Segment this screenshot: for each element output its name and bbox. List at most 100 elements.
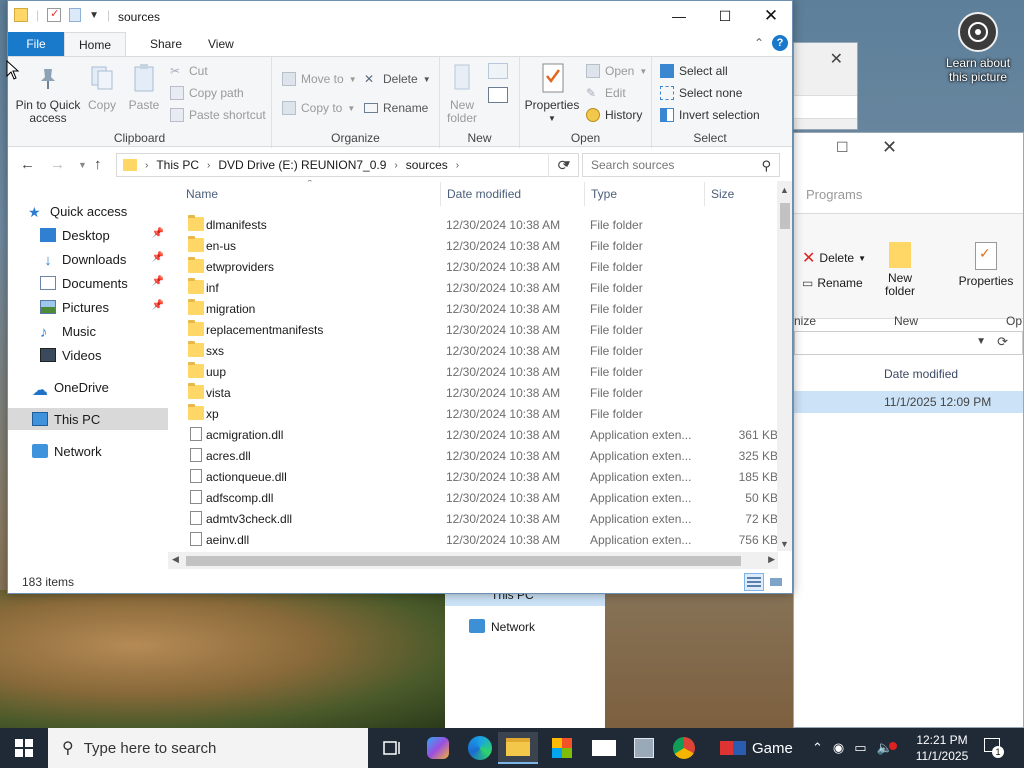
column-header-date-modified[interactable]: Date modified <box>447 180 521 208</box>
scroll-right-icon[interactable]: ▶ <box>768 554 775 565</box>
column-header-type[interactable]: Type <box>591 180 617 208</box>
properties-qat-icon[interactable]: ✓ <box>47 8 62 22</box>
nav-videos[interactable]: Videos <box>8 344 168 366</box>
copilot-taskbar-icon[interactable] <box>418 732 458 764</box>
file-row[interactable]: etwproviders 12/30/2024 10:38 AM File fold… <box>168 256 778 277</box>
move-to-button[interactable]: Move to ▼ <box>282 69 357 89</box>
paste-shortcut-button[interactable]: Paste shortcut <box>170 105 266 125</box>
tab-file[interactable]: File <box>8 32 64 56</box>
cut-button[interactable]: ✂ Cut <box>170 61 208 81</box>
file-row[interactable]: actionqueue.dll 12/30/2024 10:38 AM Applic… <box>168 466 778 487</box>
meet-now-icon[interactable]: ◉ <box>833 740 844 756</box>
file-row[interactable]: aeinv.dll 12/30/2024 10:38 AM Application … <box>168 529 778 550</box>
store-taskbar-icon[interactable] <box>542 732 582 764</box>
new-folder-qat-icon[interactable] <box>69 8 82 22</box>
taskbar-search-input[interactable]: ⚲ Type here to search <box>48 728 368 768</box>
easy-access-icon[interactable] <box>488 87 508 103</box>
select-none-button[interactable]: Select none <box>660 83 742 103</box>
file-row[interactable]: en-us 12/30/2024 10:38 AM File folder <box>168 235 778 256</box>
column-header-size[interactable]: Size <box>711 180 734 208</box>
breadcrumb-this-pc[interactable]: This PC <box>156 158 199 172</box>
edge-taskbar-icon[interactable] <box>460 732 500 764</box>
file-row[interactable]: replacementmanifests 12/30/2024 10:38 AM F… <box>168 319 778 340</box>
copy-path-button[interactable]: Copy path <box>170 83 244 103</box>
nav-pictures[interactable]: Pictures 📌 <box>8 296 168 318</box>
chrome-taskbar-icon[interactable] <box>664 732 704 764</box>
background-nav-network[interactable]: Network <box>445 616 605 638</box>
edit-button[interactable]: ✎ Edit <box>586 83 626 103</box>
details-view-button[interactable] <box>744 573 764 591</box>
collapse-ribbon-chevron-icon[interactable]: ⌃ <box>754 36 764 50</box>
invert-selection-button[interactable]: Invert selection <box>660 105 760 125</box>
up-arrow-icon[interactable]: ↑ <box>94 156 102 173</box>
task-view-button[interactable] <box>372 732 412 764</box>
nav-downloads[interactable]: ↓ Downloads 📌 <box>8 248 168 270</box>
new-folder-button[interactable]: New folder <box>444 61 480 125</box>
properties-button[interactable]: Properties ▼ <box>522 61 582 125</box>
pin-icon[interactable]: 📌 <box>152 228 164 239</box>
maximize-icon[interactable]: ☐ <box>836 139 849 156</box>
file-row[interactable]: acres.dll 12/30/2024 10:38 AM Application … <box>168 445 778 466</box>
file-row[interactable]: admtv3check.dll 12/30/2024 10:38 AM Applic… <box>168 508 778 529</box>
close-icon[interactable]: ✕ <box>830 49 843 69</box>
start-button[interactable] <box>0 728 48 768</box>
file-row[interactable]: vista 12/30/2024 10:38 AM File folder <box>168 382 778 403</box>
background-address-bar[interactable]: ▼ ⟳ <box>794 331 1023 355</box>
pin-to-quick-access-button[interactable]: Pin to Quick access <box>12 61 84 125</box>
nav-this-pc[interactable]: This PC <box>8 408 168 430</box>
background-column-header[interactable]: Date modified <box>794 361 1023 387</box>
scroll-down-icon[interactable]: ▼ <box>780 539 789 549</box>
taskbar-clock[interactable]: 12:21 PM 11/1/2025 <box>910 732 974 764</box>
rename-button[interactable]: Rename <box>364 98 428 118</box>
file-row[interactable]: migration 12/30/2024 10:38 AM File folder <box>168 298 778 319</box>
nav-onedrive[interactable]: ☁ OneDrive <box>8 376 168 400</box>
file-row[interactable]: sxs 12/30/2024 10:38 AM File folder <box>168 340 778 361</box>
vertical-scrollbar[interactable]: ▲ ▼ <box>777 181 792 551</box>
search-input[interactable]: Search sources ⚲ <box>582 153 780 177</box>
scroll-left-icon[interactable]: ◀ <box>172 554 179 565</box>
close-icon[interactable]: ✕ <box>882 137 897 158</box>
history-button[interactable]: History <box>586 105 642 125</box>
background-window[interactable]: ✕ <box>793 42 858 130</box>
background-rename-button[interactable]: ▭ Rename <box>802 276 863 290</box>
breadcrumb-dvd-drive[interactable]: DVD Drive (E:) REUNION7_0.9 <box>218 158 386 172</box>
title-bar[interactable]: | ✓ ▼ | sources — ☐ ✕ <box>8 1 792 32</box>
nav-network[interactable]: Network <box>8 440 168 462</box>
background-properties-button[interactable]: ✓ Properties <box>956 242 1016 288</box>
paste-button[interactable]: Paste <box>126 61 162 112</box>
game-widget[interactable]: Game <box>720 728 793 768</box>
large-icons-view-button[interactable] <box>766 573 786 591</box>
vertical-scroll-thumb[interactable] <box>780 203 790 229</box>
copy-to-button[interactable]: Copy to ▼ <box>282 98 355 118</box>
customize-qat-chevron-icon[interactable]: ▼ <box>89 10 99 21</box>
file-explorer-taskbar-icon[interactable] <box>498 732 538 764</box>
new-item-icon[interactable] <box>488 63 508 79</box>
copy-button[interactable]: Copy <box>86 61 118 112</box>
nav-music[interactable]: ♪ Music <box>8 320 168 342</box>
scroll-up-icon[interactable]: ▲ <box>780 185 789 195</box>
tab-share[interactable]: Share <box>136 32 196 56</box>
open-button[interactable]: Open ▼ <box>586 61 647 81</box>
app-taskbar-icon[interactable] <box>624 732 664 764</box>
horizontal-scrollbar[interactable]: ◀ ▶ <box>168 552 778 569</box>
pin-icon[interactable]: 📌 <box>152 276 164 287</box>
background-delete-button[interactable]: ✕ Delete ▼ <box>802 248 866 268</box>
breadcrumb-sources[interactable]: sources <box>406 158 448 172</box>
file-row[interactable]: adfscomp.dll 12/30/2024 10:38 AM Applicati… <box>168 487 778 508</box>
maximize-button[interactable]: ☐ <box>702 1 748 31</box>
minimize-button[interactable]: — <box>656 1 702 31</box>
background-selected-row[interactable]: 11/1/2025 12:09 PM <box>794 391 1023 413</box>
file-row[interactable]: dlmanifests 12/30/2024 10:38 AM File folde… <box>168 214 778 235</box>
help-icon[interactable]: ? <box>772 35 788 51</box>
notification-center-button[interactable]: 1 <box>982 736 1004 758</box>
background-explorer-window[interactable]: ☐ ✕ Programs ✕ Delete ▼ ▭ Rename nize New… <box>793 132 1024 728</box>
horizontal-scroll-thumb[interactable] <box>186 556 741 566</box>
volume-muted-icon[interactable]: 🔈 <box>877 740 897 756</box>
tab-view[interactable]: View <box>194 32 248 56</box>
column-header-name[interactable]: Name <box>186 180 218 208</box>
file-row[interactable]: uup 12/30/2024 10:38 AM File folder <box>168 361 778 382</box>
tab-home[interactable]: Home <box>64 32 127 56</box>
address-bar[interactable]: › This PC › DVD Drive (E:) REUNION7_0.9 … <box>116 153 579 177</box>
file-row[interactable]: inf 12/30/2024 10:38 AM File folder <box>168 277 778 298</box>
learn-about-picture-desktop-icon[interactable]: Learn about this picture <box>940 10 1016 84</box>
